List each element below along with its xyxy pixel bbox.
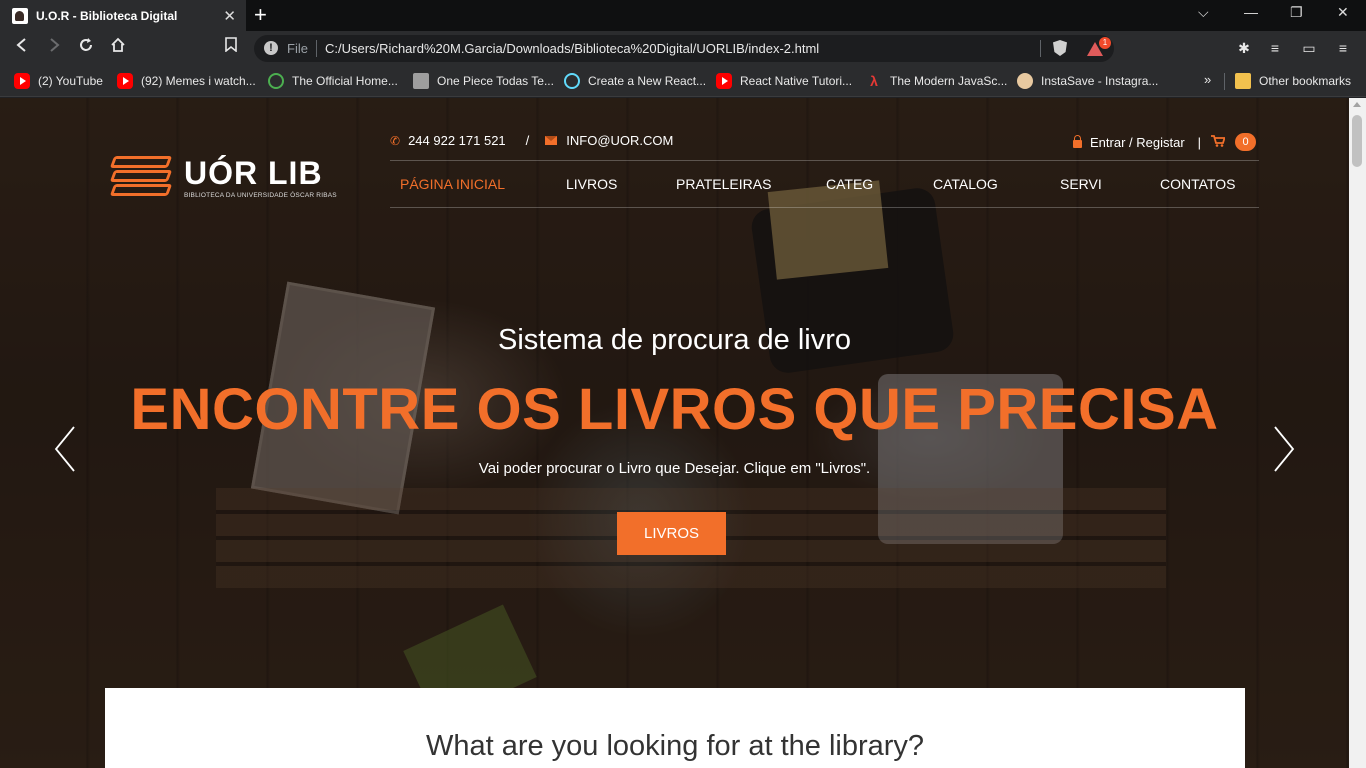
minimize-icon[interactable]: — bbox=[1244, 4, 1258, 20]
bookmark-label: (2) YouTube bbox=[38, 74, 103, 88]
lock-icon bbox=[1073, 135, 1082, 148]
books-button[interactable]: LIVROS bbox=[617, 512, 726, 555]
folder-icon bbox=[1235, 73, 1251, 89]
bookmark-label: InstaSave - Instagra... bbox=[1041, 74, 1159, 88]
nav-categories[interactable]: CATEG bbox=[826, 176, 873, 192]
bookmark-label: React Native Tutori... bbox=[740, 74, 853, 88]
scroll-up-icon[interactable] bbox=[1353, 102, 1361, 107]
scroll-thumb[interactable] bbox=[1352, 115, 1362, 167]
bookmark-item[interactable]: InstaSave - Instagra... bbox=[1017, 73, 1158, 89]
site-info-icon[interactable]: ! bbox=[264, 41, 278, 55]
browser-tabstrip: U.O.R - Biblioteca Digital ✕ + ⌵ — ❐ ✕ bbox=[0, 0, 1366, 31]
leaf-icon bbox=[268, 73, 284, 89]
site-favicon-icon bbox=[12, 7, 28, 24]
main-nav: PÁGINA INICIAL LIVROS PRATELEIRAS CATEG … bbox=[390, 176, 1259, 196]
media-playlist-icon[interactable]: ≡ bbox=[1267, 40, 1283, 56]
nav-contacts[interactable]: CONTATOS bbox=[1160, 176, 1235, 192]
restore-icon[interactable]: ❐ bbox=[1290, 4, 1303, 21]
bookmark-label: (92) Memes i watch... bbox=[141, 74, 256, 88]
account-separator: | bbox=[1197, 134, 1202, 150]
omnibox-divider-right bbox=[1040, 40, 1041, 57]
more-bookmarks-icon[interactable]: » bbox=[1204, 72, 1211, 87]
bookmark-label: The Modern JavaSc... bbox=[890, 74, 1008, 88]
home-icon[interactable] bbox=[107, 37, 129, 59]
youtube-icon bbox=[14, 73, 30, 89]
youtube-icon bbox=[117, 73, 133, 89]
forward-icon[interactable] bbox=[43, 37, 65, 59]
envelope-icon bbox=[545, 136, 558, 145]
tab-title: U.O.R - Biblioteca Digital bbox=[36, 8, 178, 23]
reload-icon[interactable] bbox=[75, 37, 97, 59]
account-area: Entrar / Registar | 0 bbox=[1073, 133, 1257, 151]
phone-icon: ✆ bbox=[390, 133, 401, 148]
bookmark-item[interactable]: One Piece Todas Te... bbox=[413, 73, 554, 89]
hero-description: Vai poder procurar o Livro que Desejar. … bbox=[478, 460, 871, 477]
bookmarks-divider bbox=[1224, 73, 1225, 90]
wallet-icon[interactable]: ▭ bbox=[1301, 40, 1317, 56]
new-tab-button[interactable]: + bbox=[254, 3, 267, 27]
contact-info: ✆ 244 922 171 521 / INFO@UOR.COM bbox=[390, 133, 673, 148]
nav-divider-bottom bbox=[390, 207, 1259, 208]
bookmark-item[interactable]: The Official Home... bbox=[268, 73, 398, 89]
brave-shields-icon[interactable] bbox=[1053, 40, 1067, 56]
other-bookmarks-folder[interactable]: Other bookmarks bbox=[1235, 73, 1351, 89]
bookmark-label: The Official Home... bbox=[292, 74, 398, 88]
web-page: UÓR LIB BIBLIOTECA DA UNIVERSIDADE ÓSCAR… bbox=[0, 98, 1349, 768]
tab-search-icon[interactable]: ⌵ bbox=[1198, 4, 1209, 21]
nav-services[interactable]: SERVI bbox=[1060, 176, 1102, 192]
active-tab[interactable]: U.O.R - Biblioteca Digital ✕ bbox=[0, 0, 246, 31]
cart-icon[interactable] bbox=[1211, 134, 1226, 150]
browser-toolbar: ! File C:/Users/Richard%20M.Garcia/Downl… bbox=[0, 31, 1366, 66]
bookmark-item[interactable]: (2) YouTube bbox=[14, 73, 103, 89]
search-panel-title: What are you looking for at the library? bbox=[425, 730, 925, 762]
bookmarks-bar: (2) YouTube (92) Memes i watch... The Of… bbox=[0, 66, 1366, 97]
youtube-icon bbox=[716, 73, 732, 89]
bookmark-item[interactable]: λ The Modern JavaSc... bbox=[866, 73, 1007, 89]
hero-subtitle: Sistema de procura de livro bbox=[498, 324, 851, 356]
nav-home[interactable]: PÁGINA INICIAL bbox=[400, 176, 505, 192]
nav-shelves[interactable]: PRATELEIRAS bbox=[676, 176, 771, 192]
back-icon[interactable] bbox=[11, 37, 33, 59]
bookmark-item[interactable]: (92) Memes i watch... bbox=[117, 73, 256, 89]
email-address[interactable]: INFO@UOR.COM bbox=[566, 133, 673, 148]
hero-title: ENCONTRE OS LIVROS QUE PRECISA bbox=[130, 377, 1219, 442]
bookmark-label: Create a New React... bbox=[588, 74, 707, 88]
logo-name: UÓR LIB bbox=[184, 154, 323, 191]
omnibox-divider bbox=[316, 40, 317, 57]
bookmark-page-icon[interactable] bbox=[220, 37, 242, 59]
rewards-badge: 1 bbox=[1099, 37, 1111, 49]
contact-separator: / bbox=[525, 133, 530, 148]
film-icon bbox=[413, 73, 429, 89]
site-logo[interactable]: UÓR LIB BIBLIOTECA DA UNIVERSIDADE ÓSCAR… bbox=[109, 154, 337, 200]
bookmark-label: One Piece Todas Te... bbox=[437, 74, 554, 88]
window-close-icon[interactable]: ✕ bbox=[1337, 4, 1349, 21]
menu-icon[interactable]: ≡ bbox=[1335, 40, 1351, 56]
carousel-next-icon[interactable] bbox=[1273, 426, 1295, 472]
bookmark-item[interactable]: Create a New React... bbox=[564, 73, 706, 89]
react-icon bbox=[564, 73, 580, 89]
address-bar[interactable]: ! File C:/Users/Richard%20M.Garcia/Downl… bbox=[254, 35, 1114, 62]
extensions-icon[interactable]: ✱ bbox=[1236, 40, 1252, 56]
bookmark-item[interactable]: React Native Tutori... bbox=[716, 73, 852, 89]
nav-divider-top bbox=[390, 160, 1259, 161]
javascript-icon: λ bbox=[870, 73, 878, 89]
books-logo-icon bbox=[109, 154, 173, 200]
tab-close-icon[interactable]: ✕ bbox=[223, 7, 236, 25]
url-text[interactable]: C:/Users/Richard%20M.Garcia/Downloads/Bi… bbox=[325, 41, 819, 56]
nav-books[interactable]: LIVROS bbox=[566, 176, 617, 192]
cart-count-badge: 0 bbox=[1235, 133, 1257, 151]
phone-number: 244 922 171 521 bbox=[408, 133, 506, 148]
login-register-link[interactable]: Entrar / Registar bbox=[1090, 135, 1185, 150]
instasave-icon bbox=[1017, 73, 1033, 89]
page-scrollbar[interactable] bbox=[1349, 98, 1366, 768]
logo-subtitle: BIBLIOTECA DA UNIVERSIDADE ÓSCAR RIBAS bbox=[184, 191, 337, 199]
carousel-prev-icon[interactable] bbox=[54, 426, 76, 472]
url-scheme: File bbox=[287, 41, 308, 56]
nav-catalog[interactable]: CATALOG bbox=[933, 176, 998, 192]
other-bookmarks-label: Other bookmarks bbox=[1259, 74, 1352, 88]
search-panel: What are you looking for at the library? bbox=[105, 688, 1245, 768]
